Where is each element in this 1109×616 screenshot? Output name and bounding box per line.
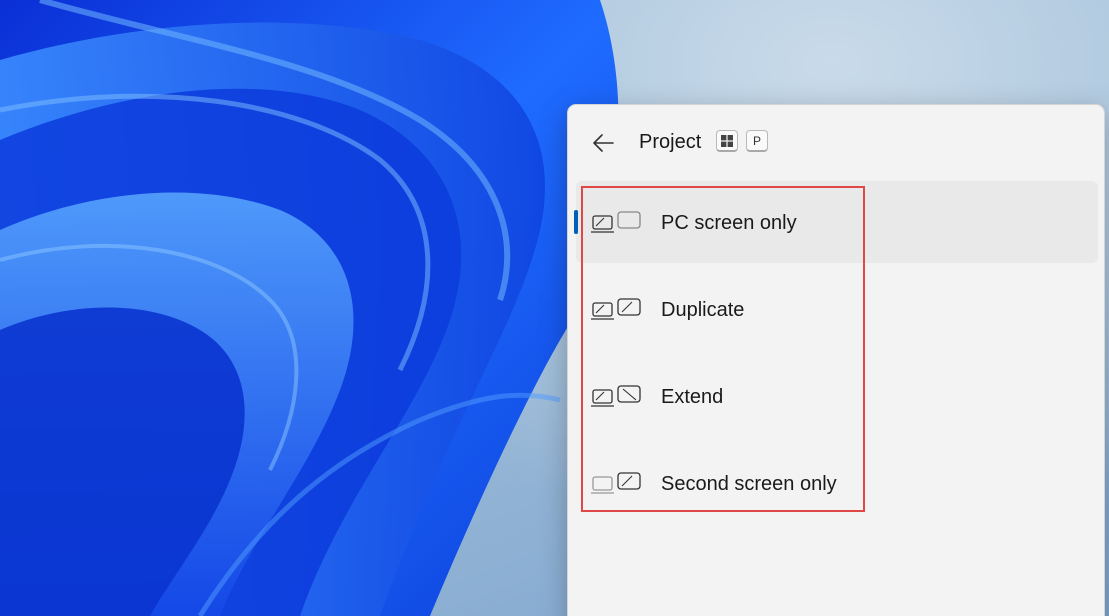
flyout-title: Project	[639, 131, 702, 153]
project-flyout: Project P PC screen only Duplicate Exten…	[567, 104, 1105, 616]
option-extend[interactable]: Extend	[576, 355, 1098, 437]
second-screen-only-icon	[591, 472, 641, 494]
duplicate-icon	[591, 298, 641, 320]
selection-indicator	[574, 210, 578, 234]
option-duplicate[interactable]: Duplicate	[576, 268, 1098, 350]
extend-icon	[591, 385, 641, 407]
option-second-screen-only[interactable]: Second screen only	[576, 442, 1098, 524]
back-button[interactable]	[586, 127, 620, 159]
option-label: Extend	[661, 386, 724, 408]
projection-options-list: PC screen only Duplicate Extend Second s…	[574, 181, 1098, 529]
pc-screen-only-icon	[591, 211, 641, 233]
option-label: Second screen only	[661, 473, 837, 495]
back-arrow-icon	[593, 134, 614, 152]
option-label: Duplicate	[661, 299, 745, 321]
flyout-header: Project P	[568, 105, 1104, 179]
option-label: PC screen only	[661, 212, 797, 234]
option-pc-screen-only[interactable]: PC screen only	[574, 181, 1098, 263]
p-key-label: P	[746, 130, 768, 152]
windows-key-icon	[716, 130, 738, 152]
